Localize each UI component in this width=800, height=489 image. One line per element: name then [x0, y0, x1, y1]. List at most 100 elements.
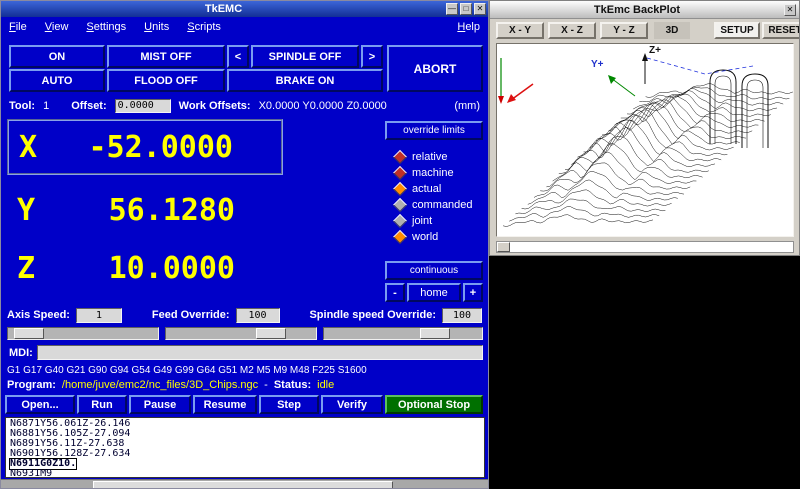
program-path: /home/juve/emc2/nc_files/3D_Chips.ngc: [62, 379, 258, 391]
radio-joint[interactable]: joint: [393, 213, 473, 229]
radio-actual[interactable]: actual: [393, 181, 473, 197]
radio-commanded[interactable]: commanded: [393, 197, 473, 213]
jog-plus-button[interactable]: +: [463, 283, 483, 302]
mode-auto-button[interactable]: AUTO: [9, 69, 105, 92]
dro-x-label: X: [9, 130, 37, 165]
feed-override-slider[interactable]: [165, 327, 317, 340]
tool-value: 1: [43, 100, 49, 112]
status-value: idle: [317, 379, 334, 391]
view-xz-button[interactable]: X - Z: [548, 22, 596, 39]
close-icon[interactable]: ✕: [474, 3, 486, 15]
open-button[interactable]: Open...: [5, 395, 75, 414]
program-separator: -: [264, 379, 268, 391]
reset-button[interactable]: RESET: [762, 22, 800, 39]
program-line: N6931M9: [10, 469, 480, 479]
radio-diamond-commanded: [393, 198, 407, 212]
tool-row: Tool: 1 Offset: Work Offsets: X0.0000 Y0…: [9, 97, 480, 114]
backplot-titlebar[interactable]: TkEmc BackPlot ✕: [490, 1, 799, 19]
tool-label: Tool:: [9, 100, 35, 112]
backplot-close-icon[interactable]: ✕: [784, 4, 796, 16]
spindle-override-label: Spindle speed Override:: [309, 309, 436, 321]
feed-override-slider-thumb[interactable]: [256, 328, 286, 339]
run-button[interactable]: Run: [77, 395, 127, 414]
verify-button[interactable]: Verify: [321, 395, 383, 414]
menu-scripts[interactable]: Scripts: [187, 21, 221, 33]
spindle-override-slider-thumb[interactable]: [420, 328, 450, 339]
desktop: TkEMC — □ ✕ File View Settings Units Scr…: [0, 0, 800, 489]
dro-y-row: Y 56.1280: [7, 187, 283, 233]
program-line-active: N6911G0Z10.: [10, 459, 480, 469]
feed-override-value: 100: [236, 308, 280, 323]
backplot-scrollbar-thumb[interactable]: [497, 242, 510, 252]
radio-diamond-machine: [393, 166, 407, 180]
axis-speed-value: 1: [76, 308, 122, 323]
spindle-button[interactable]: SPINDLE OFF: [251, 45, 359, 68]
radio-world[interactable]: world: [393, 229, 473, 245]
optional-stop-button[interactable]: Optional Stop: [385, 395, 483, 414]
mdi-input[interactable]: [37, 345, 483, 360]
menu-units[interactable]: Units: [144, 21, 169, 33]
backplot-canvas-svg: [497, 44, 793, 236]
flood-button[interactable]: FLOOD OFF: [107, 69, 225, 92]
mist-button[interactable]: MIST OFF: [107, 45, 225, 68]
maximize-icon[interactable]: □: [460, 3, 472, 15]
coord-radio-group: relative machine actual commanded joint …: [393, 149, 473, 245]
program-listing[interactable]: N6871Y56.061Z-26.146 N6881Y56.105Z-27.09…: [5, 417, 485, 478]
offset-label: Offset:: [71, 100, 106, 112]
backplot-title: TkEmc BackPlot: [490, 4, 784, 16]
step-button[interactable]: Step: [259, 395, 319, 414]
speed-row: Axis Speed: 1 Feed Override: 100 Spindle…: [7, 307, 482, 323]
radio-diamond-relative: [393, 150, 407, 164]
setup-button[interactable]: SETUP: [714, 22, 760, 39]
tkemc-titlebar[interactable]: TkEMC — □ ✕: [1, 1, 488, 17]
radio-relative[interactable]: relative: [393, 149, 473, 165]
menu-view[interactable]: View: [45, 21, 69, 33]
brake-button[interactable]: BRAKE ON: [227, 69, 383, 92]
axis-speed-slider[interactable]: [7, 327, 159, 340]
offset-field[interactable]: [115, 99, 171, 113]
radio-diamond-actual: [393, 182, 407, 196]
y-axis-label: Y+: [591, 59, 604, 70]
override-limits-button[interactable]: override limits: [385, 121, 483, 140]
minimize-icon[interactable]: —: [446, 3, 458, 15]
program-row: Program: /home/juve/emc2/nc_files/3D_Chi…: [7, 379, 484, 391]
spindle-decrease-button[interactable]: <: [227, 45, 249, 68]
dro-x-row: X -52.0000: [7, 119, 283, 175]
jog-mode-continuous-button[interactable]: continuous: [385, 261, 483, 280]
radio-diamond-joint: [393, 214, 407, 228]
active-gcodes: G1 G17 G40 G21 G90 G94 G54 G49 G99 G64 G…: [7, 365, 484, 376]
spindle-increase-button[interactable]: >: [361, 45, 383, 68]
scrollbar-thumb[interactable]: [93, 481, 393, 489]
axis-speed-slider-thumb[interactable]: [14, 328, 44, 339]
pause-button[interactable]: Pause: [129, 395, 191, 414]
resume-button[interactable]: Resume: [193, 395, 257, 414]
menu-file[interactable]: File: [9, 21, 27, 33]
view-yz-button[interactable]: Y - Z: [600, 22, 648, 39]
program-horizontal-scrollbar[interactable]: [1, 479, 489, 489]
home-button[interactable]: home: [407, 283, 461, 302]
menu-help[interactable]: Help: [457, 21, 480, 33]
radio-machine[interactable]: machine: [393, 165, 473, 181]
backplot-horizontal-scrollbar[interactable]: [496, 241, 794, 253]
dro-x-value: -52.0000: [37, 130, 281, 165]
view-xy-button[interactable]: X - Y: [496, 22, 544, 39]
work-offsets-value: X0.0000 Y0.0000 Z0.0000: [259, 100, 387, 112]
z-axis-label: Z+: [649, 45, 661, 56]
machine-on-button[interactable]: ON: [9, 45, 105, 68]
jog-minus-button[interactable]: -: [385, 283, 405, 302]
tkemc-window: TkEMC — □ ✕ File View Settings Units Scr…: [0, 0, 489, 489]
view-3d-button[interactable]: 3D: [654, 22, 690, 39]
menu-settings[interactable]: Settings: [86, 21, 126, 33]
radio-label: world: [412, 231, 438, 243]
radio-label: relative: [412, 151, 447, 163]
units-label: (mm): [454, 100, 480, 112]
program-line: N6901Y56.128Z-27.634: [10, 449, 480, 459]
dro-y-label: Y: [7, 193, 35, 228]
mdi-label: MDI:: [9, 347, 33, 359]
radio-label: machine: [412, 167, 454, 179]
abort-button[interactable]: ABORT: [387, 45, 483, 92]
program-label: Program:: [7, 379, 56, 391]
backplot-canvas[interactable]: Z+ Y+: [496, 43, 794, 237]
status-label: Status:: [274, 379, 311, 391]
spindle-override-slider[interactable]: [323, 327, 483, 340]
